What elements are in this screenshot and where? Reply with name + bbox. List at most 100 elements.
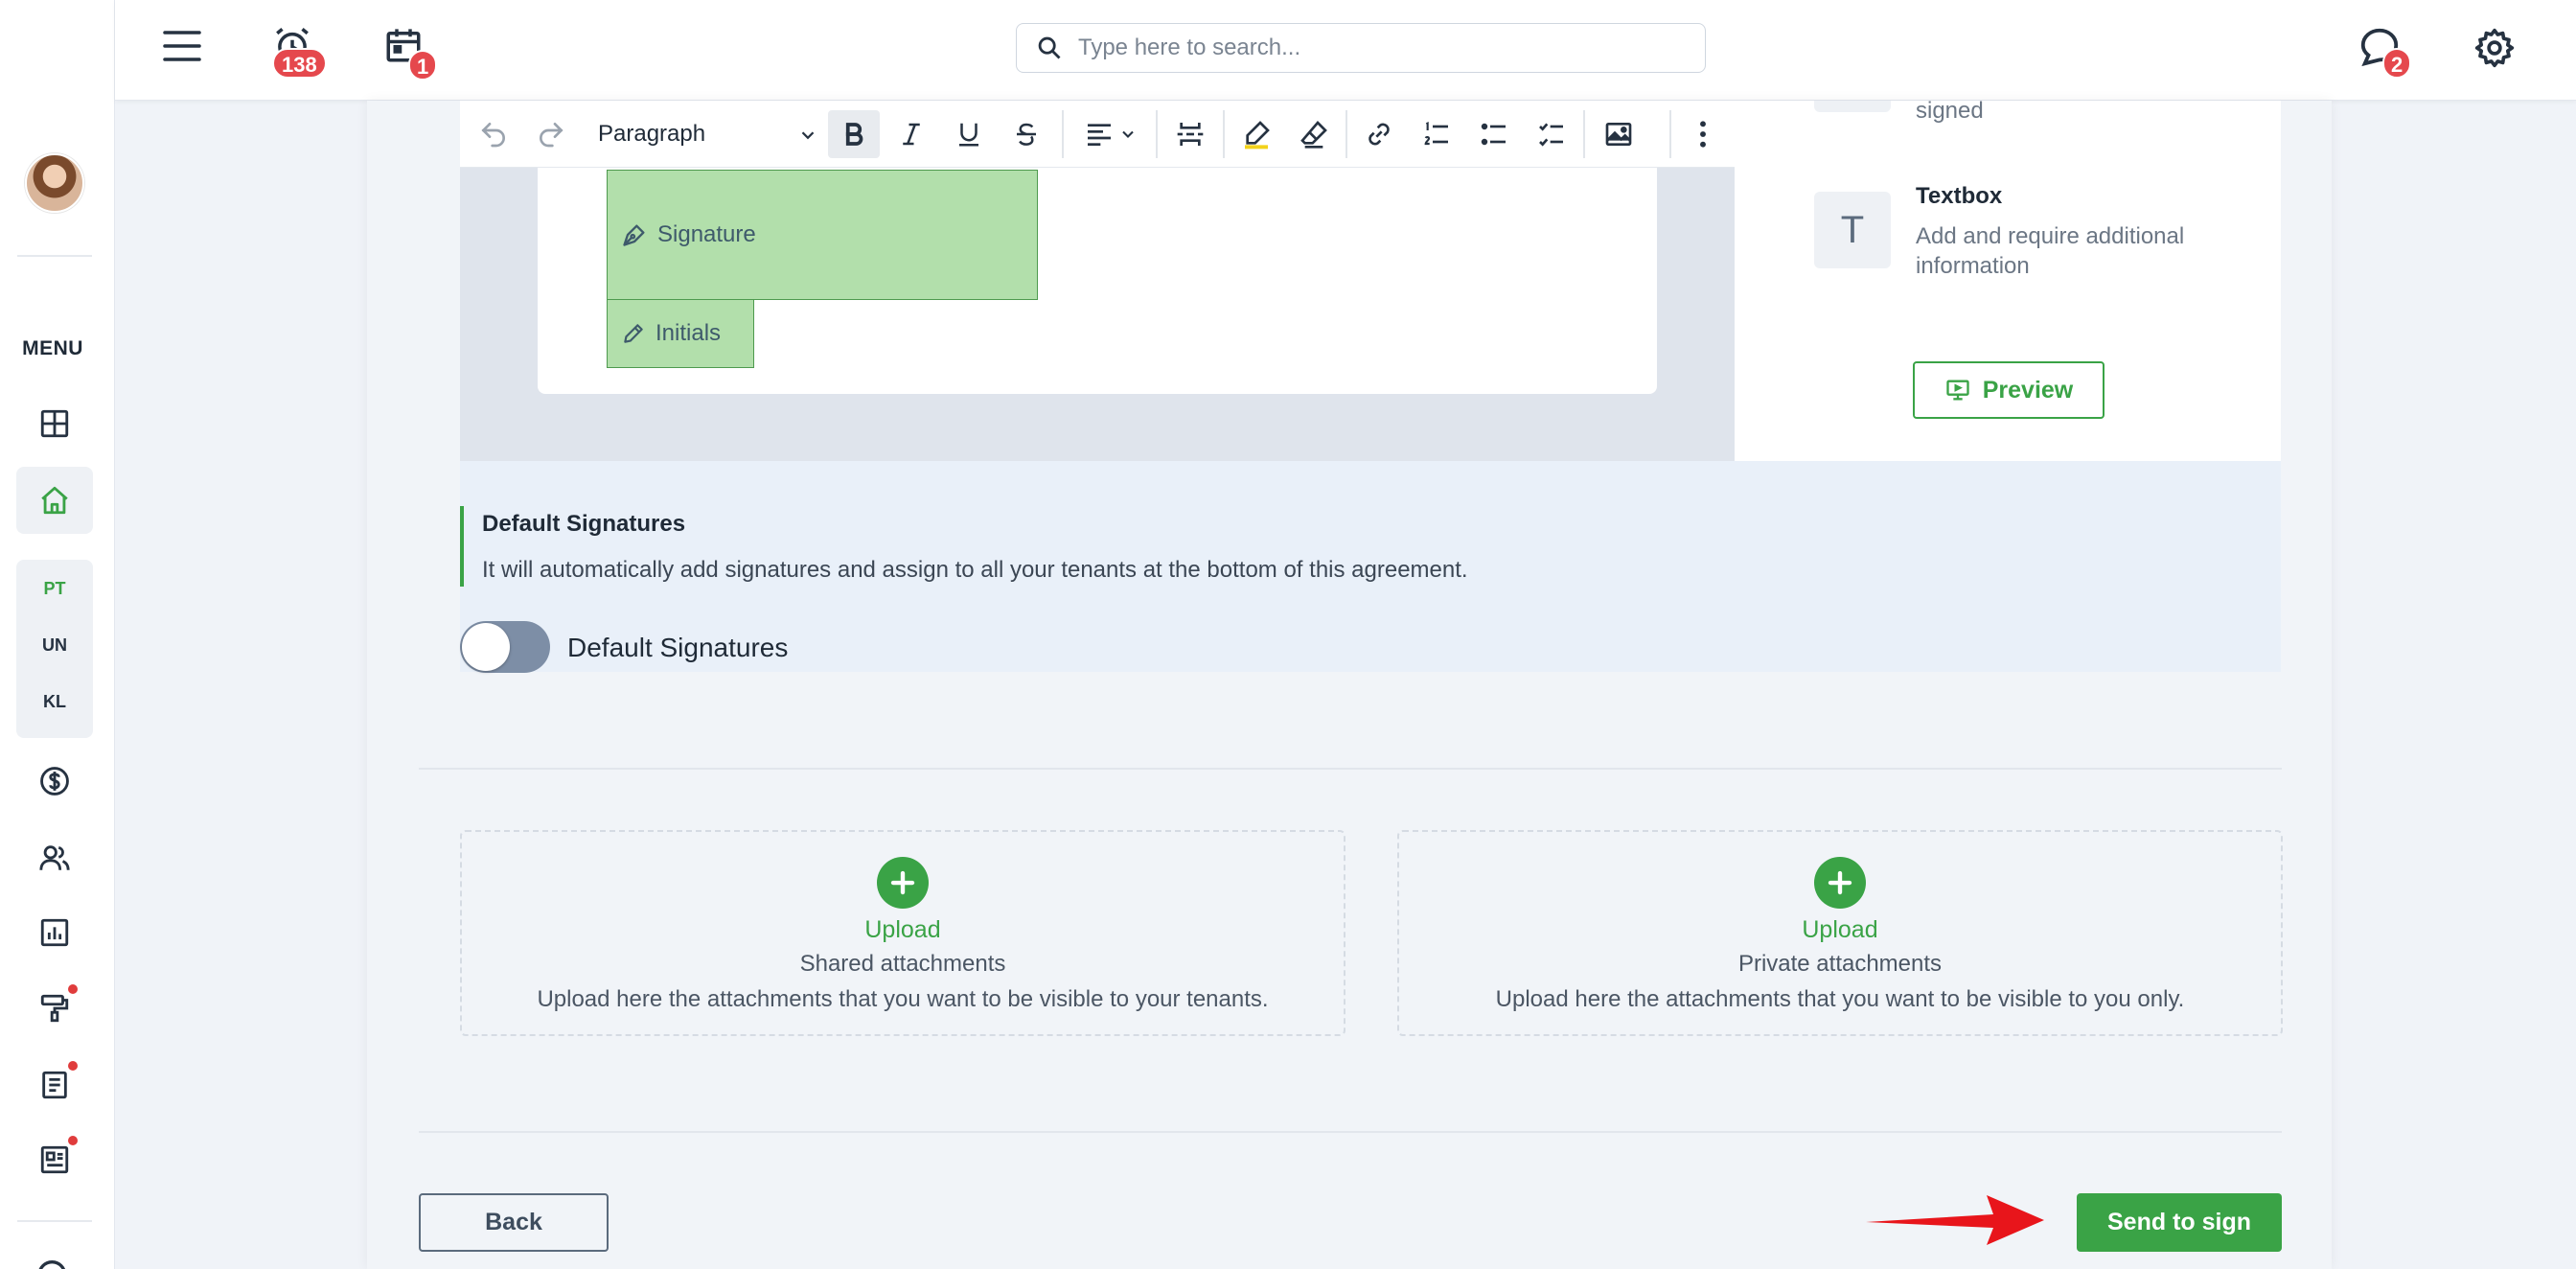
user-avatar[interactable] [25,153,84,213]
image-icon [1605,123,1632,146]
sidebar-tenant-group: PT UN KL [16,560,93,738]
sidebar-item-listings[interactable] [16,1126,93,1193]
italic-button[interactable] [887,110,935,158]
sidebar-item-dashboard[interactable] [16,390,93,457]
signature-field-label: Signature [657,221,756,247]
default-signatures-toggle[interactable] [460,621,550,673]
shared-attachments-upload[interactable]: Upload Shared attachments Upload here th… [460,830,1346,1036]
dollar-icon [40,767,69,796]
upload-box-description: Upload here the attachments that you wan… [1495,986,2185,1012]
toolbar-separator [1156,110,1158,158]
redo-button[interactable] [527,110,575,158]
link-button[interactable] [1355,110,1403,158]
textbox-icon[interactable]: T [1814,192,1891,268]
sidebar: MENU PT UN KL [0,0,115,1269]
ordered-list-icon [1424,121,1448,146]
eraser-button[interactable] [1290,110,1338,158]
annotation-arrow-icon [1866,1195,2044,1245]
checklist-icon [1539,123,1563,147]
chevron-down-icon [1122,130,1134,138]
checklist-button[interactable] [1528,110,1576,158]
insert-image-button[interactable] [1595,110,1643,158]
default-signatures-description: It will automatically add signatures and… [482,557,1468,583]
menu-label: MENU [22,337,83,359]
sidebar-item-properties[interactable] [16,467,93,534]
search-bar[interactable] [1016,23,1706,73]
toolbar-separator [1223,110,1225,158]
sidebar-divider [17,255,92,257]
plus-icon[interactable] [1814,857,1866,909]
search-input[interactable] [1078,35,1653,61]
align-left-icon [1088,124,1111,146]
document-icon [42,1071,67,1099]
eraser-icon [1300,121,1327,149]
italic-icon [903,123,920,146]
bold-button[interactable] [828,110,880,158]
sidebar-tenant-un[interactable]: UN [16,635,93,656]
listing-icon [40,1145,69,1174]
upload-link[interactable]: Upload [462,916,1344,944]
initials-field[interactable]: Initials [607,299,754,368]
page-break-button[interactable] [1165,110,1215,158]
bullet-list-button[interactable] [1470,110,1518,158]
default-signatures-title: Default Signatures [482,511,686,537]
bullet-list-icon [1481,123,1506,146]
upload-box-title: Private attachments [1737,951,1943,977]
presentation-icon [1946,380,1969,401]
paragraph-style-select[interactable]: Paragraph [598,110,818,158]
hamburger-menu-icon[interactable] [163,29,201,63]
signature-field[interactable]: Signature [607,170,1038,300]
send-to-sign-button[interactable]: Send to sign [2077,1193,2282,1252]
private-attachments-upload[interactable]: Upload Private attachments Upload here t… [1397,830,2283,1036]
editor-toolbar: Paragraph [460,101,1735,168]
home-icon [41,486,68,515]
ordered-list-button[interactable] [1413,110,1460,158]
plus-icon[interactable] [877,857,929,909]
calendar-button[interactable]: 1 [383,25,441,82]
undo-button[interactable] [470,110,518,158]
sidebar-item-documents[interactable] [16,1051,93,1119]
strikethrough-button[interactable] [1002,110,1050,158]
back-button[interactable]: Back [419,1193,609,1252]
default-signatures-section: Default Signatures It will automatically… [460,461,2281,673]
document-page[interactable]: Signature Initials [538,168,1657,394]
search-icon[interactable] [34,1256,73,1269]
users-icon [39,845,70,870]
more-options-button[interactable] [1679,110,1727,158]
underline-button[interactable] [945,110,993,158]
upload-box-description: Upload here the attachments that you wan… [537,986,1269,1012]
paint-roller-icon [40,994,69,1023]
preview-label: Preview [1982,376,2074,404]
alarm-badge: 138 [272,48,327,79]
paragraph-style-label: Paragraph [598,121,706,147]
sidebar-item-payments[interactable] [16,748,93,815]
strikethrough-icon [1017,123,1036,146]
sidebar-tenant-pt[interactable]: PT [16,579,93,599]
upload-link[interactable]: Upload [1399,916,2281,944]
highlight-button[interactable] [1232,110,1280,158]
preview-button[interactable]: Preview [1913,361,2104,419]
chat-button[interactable]: 2 [2358,25,2425,82]
chevron-down-icon [801,131,815,140]
chat-badge: 2 [2382,48,2412,79]
notification-dot [68,1061,78,1071]
highlighter-icon [1245,121,1270,150]
underline-icon [959,123,978,147]
sidebar-item-maintenance[interactable] [16,975,93,1042]
align-button[interactable] [1073,110,1148,158]
info-accent-bar [460,506,464,587]
sidebar-tenant-kl[interactable]: KL [16,692,93,712]
toolbar-separator [1346,110,1347,158]
alarm-button[interactable]: 138 [268,25,335,82]
toolbar-separator [1583,110,1585,158]
sidebar-divider [17,1220,92,1222]
sidebar-item-reports[interactable] [16,899,93,966]
toggle-knob [462,623,510,671]
sidebar-item-contacts[interactable] [16,824,93,891]
pen-nib-icon [623,224,645,246]
fields-panel: signed T Textbox Add and require additio… [1735,98,2281,461]
default-signatures-toggle-label: Default Signatures [567,633,789,662]
textbox-title[interactable]: Textbox [1916,183,2002,210]
section-divider [419,768,2282,770]
gear-icon[interactable] [2473,27,2516,69]
